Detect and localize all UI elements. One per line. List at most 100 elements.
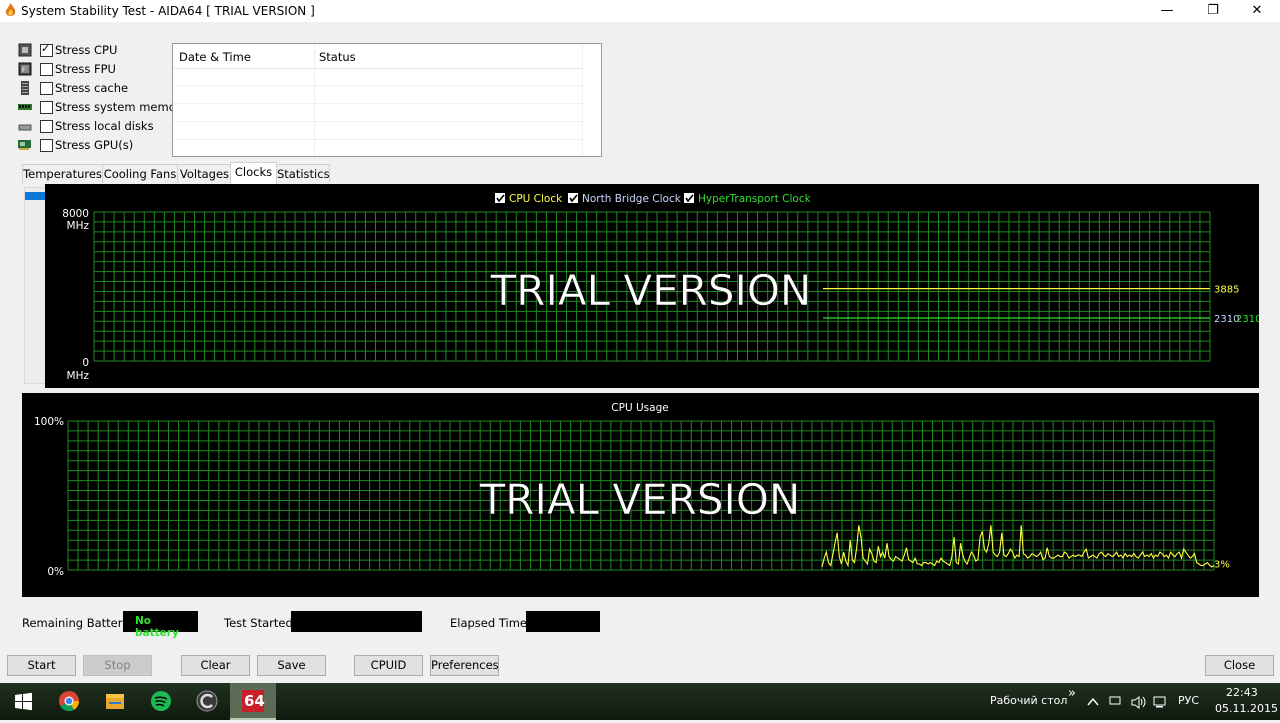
gpu-icon (18, 140, 31, 150)
taskbar-app[interactable] (184, 683, 230, 720)
clock-date[interactable]: 05.11.2015 (1215, 702, 1278, 715)
close-window-button[interactable]: ✕ (1234, 0, 1280, 22)
trial-watermark: TRIAL VERSION (479, 475, 801, 524)
disk-icon (18, 124, 32, 131)
save-button[interactable]: Save (257, 655, 326, 676)
cpu-usage-series-line (821, 525, 1215, 568)
battery-value: No battery (135, 615, 179, 639)
stress-gpu-checkbox[interactable] (40, 139, 53, 152)
desktop-toolbar-label[interactable]: Рабочий стол (990, 694, 1067, 707)
log-header: Date & Time Status (173, 44, 583, 69)
cpu-clock-legend-label: CPU Clock (509, 193, 563, 205)
svg-text:F: F (22, 67, 26, 74)
stress-cache-checkbox[interactable] (40, 82, 53, 95)
clear-button[interactable]: Clear (181, 655, 250, 676)
memory-icon (18, 104, 32, 110)
title-bar: System Stability Test - AIDA64 [ TRIAL V… (0, 0, 1280, 22)
stress-option-label: Stress GPU(s) (55, 138, 134, 152)
cpu-icon (18, 43, 32, 57)
clock-time[interactable]: 22:43 (1226, 686, 1258, 699)
stress-memory-checkbox[interactable] (40, 101, 53, 114)
start-button[interactable]: Start (7, 655, 76, 676)
flame-app-icon (5, 3, 16, 16)
y-axis-min-label: 0% (47, 566, 64, 578)
tab-statistics[interactable]: Statistics (276, 164, 330, 183)
y-axis-unit-bottom: MHz (67, 370, 90, 382)
elapsed-time-value (526, 611, 600, 632)
stress-cpu-checkbox[interactable] (40, 42, 53, 57)
y-axis-min-label: 0 (82, 357, 89, 369)
taskbar-file-explorer[interactable] (92, 683, 138, 720)
elapsed-time-label: Elapsed Time: (450, 616, 531, 630)
ht-clock-value-label: 2310 (1236, 314, 1259, 325)
battery-value-box: No battery (123, 611, 198, 639)
spotify-icon (151, 691, 171, 711)
ht-clock-legend-label: HyperTransport Clock (698, 193, 812, 205)
log-row (173, 103, 583, 104)
fpu-icon: F (18, 62, 32, 76)
clock-chart: CPU Clock North Bridge Clock HyperTransp… (62, 193, 1261, 382)
file-explorer-icon (106, 694, 124, 709)
windows-taskbar: 64 Рабочий стол » РУС 22:43 05.11.2015 (0, 683, 1280, 720)
chrome-icon (59, 691, 80, 712)
stress-disks-checkbox[interactable] (40, 120, 53, 133)
test-started-label: Test Started: (224, 616, 297, 630)
nb-clock-legend-checkbox[interactable] (568, 193, 578, 203)
cpu-usage-chart: CPU Usage 100% 0% TRIAL VERSION 3% (34, 402, 1230, 578)
cpu-usage-chart-panel: CPU Usage 100% 0% TRIAL VERSION 3% (22, 393, 1259, 597)
toolbar-expand-chevron[interactable]: » (1068, 686, 1076, 701)
cpu-clock-legend-checkbox[interactable] (495, 193, 505, 203)
windows-logo-icon (15, 692, 32, 711)
tray-icons (1087, 696, 1166, 709)
cpu-usage-title: CPU Usage (611, 402, 668, 414)
close-button[interactable]: Close (1205, 655, 1274, 676)
stress-option-label: Stress system memory (55, 100, 188, 114)
clock-chart-panel: CPU Clock North Bridge Clock HyperTransp… (45, 184, 1261, 388)
volume-icon[interactable] (1131, 696, 1146, 709)
stress-fpu-checkbox[interactable] (40, 63, 53, 76)
message-icon[interactable] (1109, 696, 1121, 705)
scroll-thumb[interactable] (25, 192, 46, 200)
log-row (173, 85, 583, 86)
minimize-button[interactable]: — (1144, 0, 1190, 22)
stress-option-label: Stress cache (55, 81, 129, 95)
log-column-datetime[interactable]: Date & Time (179, 50, 251, 64)
stop-button[interactable]: Stop (83, 655, 152, 676)
battery-label: Remaining Battery: (22, 616, 133, 630)
window-title: System Stability Test - AIDA64 [ TRIAL V… (21, 4, 315, 18)
taskbar-aida64[interactable]: 64 (230, 683, 276, 720)
stress-option-label: Stress local disks (55, 119, 154, 133)
ht-clock-legend-checkbox[interactable] (684, 193, 694, 203)
tab-temperatures[interactable]: Temperatures (22, 164, 103, 183)
clock-legend: CPU Clock North Bridge Clock HyperTransp… (495, 193, 812, 205)
cache-icon (21, 81, 29, 95)
trial-watermark: TRIAL VERSION (490, 266, 812, 315)
event-log-table[interactable]: Date & Time Status (172, 43, 602, 157)
language-indicator[interactable]: РУС (1178, 694, 1199, 707)
cpu-usage-current-label: 3% (1214, 560, 1230, 571)
log-row (173, 121, 583, 122)
aida64-icon-label: 64 (244, 692, 265, 710)
show-hidden-icons-icon[interactable] (1087, 697, 1099, 706)
restore-button[interactable]: ❐ (1190, 0, 1236, 22)
network-icon[interactable] (1153, 696, 1166, 706)
start-menu-button[interactable] (0, 683, 46, 720)
log-row (173, 139, 583, 140)
cpuid-button[interactable]: CPUID (354, 655, 423, 676)
log-column-status[interactable]: Status (319, 50, 356, 64)
tab-clocks[interactable]: Clocks (230, 162, 277, 184)
y-axis-max-label: 8000 (62, 208, 89, 220)
taskbar-chrome[interactable] (46, 683, 92, 720)
y-axis-unit-top: MHz (67, 220, 90, 232)
app-icon (196, 690, 218, 712)
test-started-value (291, 611, 422, 632)
cpu-clock-value-label: 3885 (1214, 285, 1239, 296)
tab-voltages[interactable]: Voltages (177, 164, 232, 183)
stress-option-label: Stress FPU (55, 62, 116, 76)
stress-option-label: Stress CPU (55, 43, 118, 57)
preferences-button[interactable]: Preferences (430, 655, 499, 676)
clock-list-scrollbar[interactable] (24, 187, 47, 384)
taskbar-spotify[interactable] (138, 683, 184, 720)
tab-cooling-fans[interactable]: Cooling Fans (102, 164, 178, 183)
nb-clock-legend-label: North Bridge Clock (582, 193, 682, 205)
